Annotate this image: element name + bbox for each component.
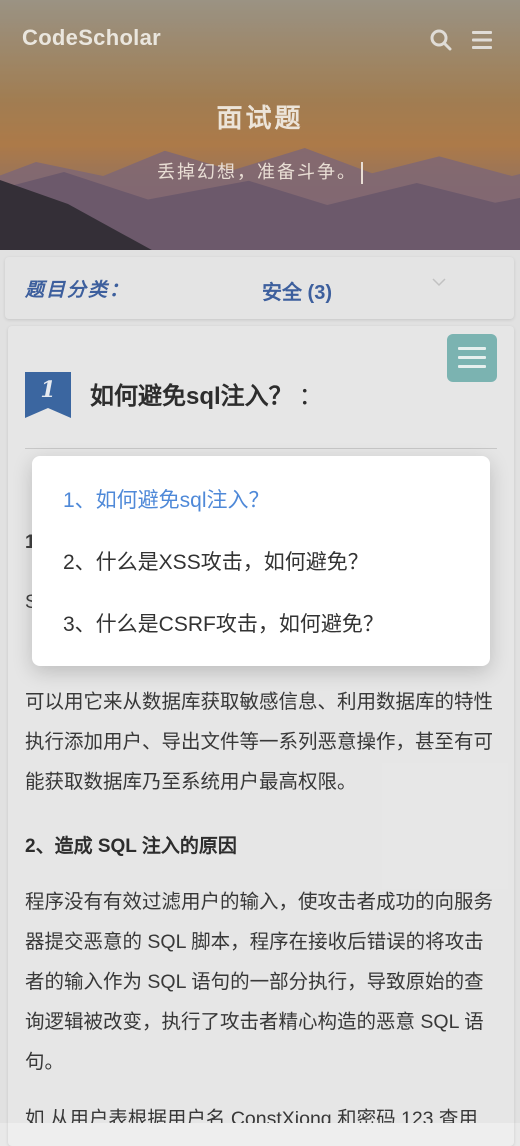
- toc-item-1[interactable]: 1、如何避免sql注入？: [63, 484, 270, 514]
- toc-item-3[interactable]: 3、什么是CSRF攻击，如何避免？: [63, 608, 384, 638]
- toc-popup: 1、如何避免sql注入？ 2、什么是XSS攻击，如何避免？ 3、什么是CSRF攻…: [32, 456, 490, 666]
- toc-item-2[interactable]: 2、什么是XSS攻击，如何避免？: [63, 546, 369, 576]
